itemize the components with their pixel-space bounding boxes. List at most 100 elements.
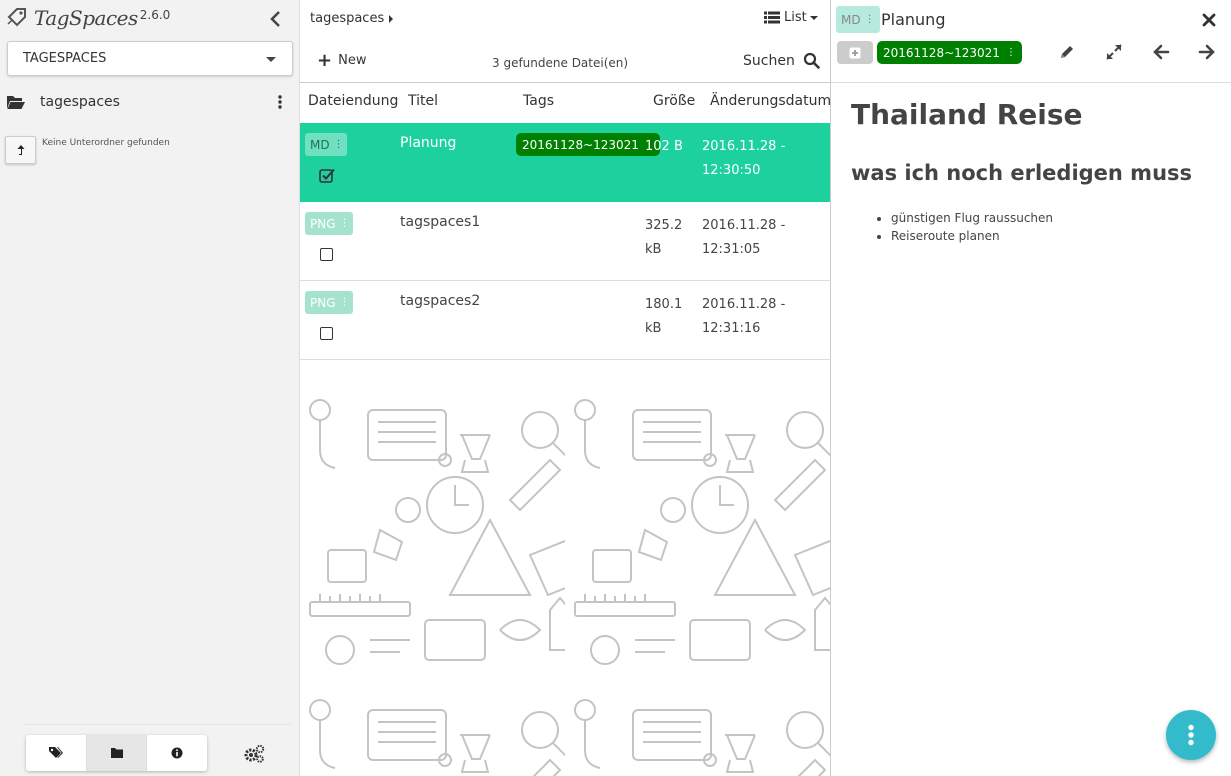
tags-tab-button[interactable]	[26, 735, 87, 771]
no-subfolders-text: Keine Unterordner gefunden	[42, 138, 170, 148]
file-extension-badge[interactable]: PNG ⋮	[305, 212, 353, 235]
plus-icon: +	[317, 49, 333, 71]
view-mode-label: List	[784, 10, 807, 25]
file-count: 3 gefundene Datei(en)	[492, 56, 629, 70]
extension-label: PNG	[310, 295, 336, 310]
search-button[interactable]: Suchen	[743, 52, 820, 69]
column-header-size[interactable]: Größe	[653, 93, 695, 109]
chevron-right-icon	[389, 14, 394, 23]
add-tag-button[interactable]	[837, 41, 873, 64]
sidebar: TagSpaces 2.6.0 TAGESPACES tagespaces Ke…	[0, 0, 300, 776]
file-extension-badge[interactable]: MD ⋮	[836, 6, 880, 33]
list-item: Reiseroute planen	[891, 227, 1053, 245]
plus-square-icon	[849, 47, 861, 58]
parent-directory-button[interactable]	[5, 136, 36, 164]
edit-pencil-icon[interactable]	[1058, 43, 1076, 61]
file-date: 2016.11.28 - 12:31:05	[702, 214, 785, 262]
location-select[interactable]: TAGESPACES	[7, 41, 293, 76]
file-date-time: 12:31:05	[702, 242, 761, 257]
column-header-title[interactable]: Titel	[408, 93, 438, 109]
directory-menu-icon[interactable]	[276, 94, 284, 110]
settings-gears-icon[interactable]	[243, 744, 265, 764]
file-date: 2016.11.28 - 12:31:16	[702, 293, 785, 341]
vertical-dots-icon	[1188, 724, 1194, 746]
file-size: 180.1 kB	[645, 293, 682, 341]
folders-tab-button[interactable]	[86, 735, 148, 771]
table-row[interactable]: MD ⋮ Planung 20161128~123021 ⋮ 102 B 201…	[300, 123, 830, 202]
extension-label: MD	[841, 12, 861, 27]
row-checkbox[interactable]	[320, 327, 333, 340]
table-row[interactable]: PNG ⋮ tagspaces2 180.1 kB 2016.11.28 - 1…	[300, 281, 830, 360]
close-icon[interactable]	[1201, 12, 1217, 28]
menu-dots-icon: ⋮	[339, 297, 350, 308]
menu-dots-icon: ⋮	[1005, 47, 1016, 58]
row-checkbox[interactable]	[320, 248, 333, 261]
file-date-day: 2016.11.28 -	[702, 297, 786, 312]
breadcrumb[interactable]: tagespaces	[310, 11, 394, 26]
file-date-day: 2016.11.28 -	[702, 139, 786, 154]
fullscreen-icon[interactable]	[1105, 43, 1123, 61]
new-file-button[interactable]: + New	[317, 49, 367, 71]
directory-name: tagespaces	[40, 94, 120, 110]
tag-chip[interactable]: 20161128~123021 ⋮	[877, 41, 1022, 64]
file-title: Planung	[400, 135, 457, 151]
view-mode-switch[interactable]: List	[764, 10, 818, 25]
menu-dots-icon: ⋮	[333, 139, 344, 150]
collapse-sidebar-icon[interactable]	[266, 9, 286, 29]
extension-label: MD	[310, 137, 330, 152]
chevron-down-icon	[809, 15, 818, 20]
column-header-date[interactable]: Änderungsdatum	[710, 93, 830, 109]
file-list-panel: tagespaces List + New 3 gefundene Datei(…	[300, 0, 831, 776]
file-size-unit: kB	[645, 242, 662, 257]
file-size: 102 B	[645, 135, 683, 159]
new-file-label: New	[338, 53, 367, 68]
folder-open-icon	[7, 96, 25, 109]
file-date-time: 12:31:16	[702, 321, 761, 336]
file-title: tagspaces2	[400, 293, 481, 309]
column-header-tags[interactable]: Tags	[523, 93, 554, 109]
app-logo: TagSpaces 2.6.0	[6, 6, 170, 32]
list-item: günstigen Flug raussuchen	[891, 209, 1053, 227]
file-date-day: 2016.11.28 -	[702, 218, 786, 233]
divider	[25, 724, 291, 725]
folder-icon	[110, 748, 123, 758]
app-name: TagSpaces	[34, 6, 138, 30]
document-heading-2: was ich noch erledigen muss	[851, 161, 1193, 185]
file-title: tagspaces1	[400, 214, 481, 230]
tag-label: 20161128~123021	[883, 45, 1000, 60]
file-date: 2016.11.28 - 12:30:50	[702, 135, 785, 183]
extension-label: PNG	[310, 216, 336, 231]
next-file-arrow-icon[interactable]	[1198, 43, 1216, 61]
chevron-down-icon	[266, 57, 276, 62]
table-header: Dateiendung Titel Tags Größe Änderungsda…	[300, 83, 830, 123]
file-viewer-panel: MD ⋮ Planung 20161128~123021 ⋮ Thailand …	[831, 0, 1231, 776]
file-size-value: 180.1	[645, 297, 683, 312]
app-version: 2.6.0	[139, 8, 171, 22]
file-extension-badge[interactable]: MD ⋮	[305, 133, 347, 156]
file-date-time: 12:30:50	[702, 163, 761, 178]
previous-file-arrow-icon[interactable]	[1152, 43, 1170, 61]
tags-icon	[48, 747, 63, 758]
location-select-value: TAGESPACES	[23, 51, 107, 66]
menu-dots-icon: ⋮	[864, 14, 875, 25]
info-tab-button[interactable]	[147, 735, 207, 771]
search-icon	[803, 52, 820, 69]
info-icon	[171, 747, 183, 759]
current-directory[interactable]: tagespaces	[0, 90, 300, 114]
column-header-extension[interactable]: Dateiendung	[308, 93, 398, 109]
file-size-value: 102 B	[645, 139, 683, 154]
tag-label: 20161128~123021	[522, 137, 639, 152]
tag-logo-icon	[7, 8, 26, 27]
tag-chip[interactable]: 20161128~123021 ⋮	[516, 133, 660, 156]
file-extension-badge[interactable]: PNG ⋮	[305, 291, 353, 314]
breadcrumb-dir: tagespaces	[310, 11, 385, 26]
app-window: TagSpaces 2.6.0 TAGESPACES tagespaces Ke…	[0, 0, 1231, 776]
file-size-value: 325.2	[645, 218, 683, 233]
search-label: Suchen	[743, 52, 795, 69]
menu-dots-icon: ⋮	[339, 218, 350, 229]
table-row[interactable]: PNG ⋮ tagspaces1 325.2 kB 2016.11.28 - 1…	[300, 202, 830, 281]
floating-action-button[interactable]	[1166, 710, 1216, 760]
list-icon	[764, 11, 780, 24]
open-file-title: Planung	[881, 10, 946, 29]
checked-checkbox-icon[interactable]	[319, 167, 335, 183]
